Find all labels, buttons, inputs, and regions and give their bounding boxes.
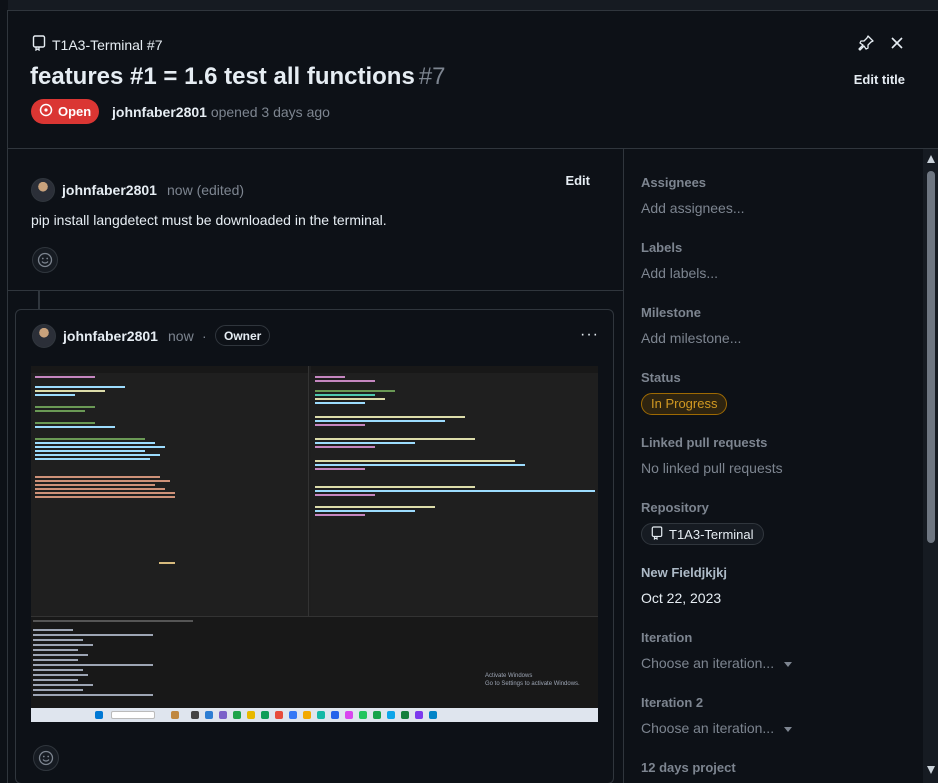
add-assignees-button[interactable]: Add assignees... [641, 200, 911, 216]
labels-label: Labels [641, 240, 683, 255]
status-label: Status [641, 370, 681, 385]
smiley-icon[interactable] [33, 745, 59, 771]
chevron-down-icon [784, 726, 793, 732]
edit-title-button[interactable]: Edit title [854, 72, 905, 87]
watermark-line1: Activate Windows [485, 673, 533, 679]
iteration-2-select[interactable]: Choose an iteration... [641, 720, 911, 736]
chevron-down-icon [784, 661, 793, 667]
linked-prs-value: No linked pull requests [641, 460, 783, 476]
repo-ref-label: T1A3-Terminal #7 [52, 36, 163, 53]
meta-separator: · [202, 328, 207, 344]
iteration-2-select-value: Choose an iteration... [641, 720, 775, 736]
sidebar-new-field: New Fieldjkjkj Oct 22, 2023 [641, 565, 911, 606]
comment-card: johnfaber2801 now · Owner ··· Activate W… [15, 309, 614, 783]
screenshot-editor-right [311, 366, 598, 616]
screenshot-editor-left [31, 366, 309, 616]
avatar[interactable] [32, 324, 56, 348]
comment-body: pip install langdetect must be downloade… [31, 212, 387, 228]
assignees-label: Assignees [641, 175, 707, 190]
watermark-line2: Go to Settings to activate Windows. [485, 681, 580, 687]
scroll-down-arrow-icon[interactable] [927, 766, 935, 774]
repo-icon [32, 35, 46, 54]
comment-author-link[interactable]: johnfaber2801 [62, 182, 157, 198]
comment-time[interactable]: now (edited) [167, 182, 244, 198]
issue-author-link[interactable]: johnfaber2801 [112, 104, 207, 120]
pin-icon[interactable] [854, 31, 878, 55]
add-labels-button[interactable]: Add labels... [641, 265, 911, 281]
scrollbar-thumb[interactable] [927, 171, 935, 543]
sidebar-days-project: 12 days project [641, 760, 911, 775]
sidebar-iteration: Iteration Choose an iteration... [641, 630, 911, 671]
attached-screenshot[interactable]: Activate Windows Go to Settings to activ… [31, 366, 598, 722]
issue-title: features #1 = 1.6 test all functions #7 [30, 63, 446, 91]
sidebar-linked-prs: Linked pull requests No linked pull requ… [641, 435, 911, 476]
issue-title-text: features #1 = 1.6 test all functions [30, 63, 415, 90]
days-project-label: 12 days project [641, 760, 736, 775]
issue-state-label: Open [58, 104, 92, 119]
linked-prs-label: Linked pull requests [641, 435, 768, 450]
issue-number: #7 [418, 63, 446, 90]
timeline-connector [38, 291, 40, 311]
sidebar-status: Status In Progress [641, 370, 911, 415]
sidebar-iteration-2: Iteration 2 Choose an iteration... [641, 695, 911, 736]
iteration-label: Iteration [641, 630, 693, 645]
comment-time[interactable]: now [168, 328, 194, 344]
iteration-select-value: Choose an iteration... [641, 655, 775, 671]
issue-side-panel: T1A3-Terminal #7 features #1 = 1.6 test … [7, 10, 938, 783]
smiley-icon[interactable] [32, 247, 58, 273]
sidebar-labels: Labels Add labels... [641, 240, 911, 281]
sidebar-milestone: Milestone Add milestone... [641, 305, 911, 346]
repository-label: Repository [641, 500, 709, 515]
owner-badge: Owner [215, 325, 271, 346]
activate-windows-watermark: Activate Windows Go to Settings to activ… [485, 672, 580, 688]
close-icon[interactable] [885, 31, 909, 55]
sidebar-repository: Repository T1A3-Terminal [641, 500, 911, 545]
repository-name: T1A3-Terminal [669, 526, 754, 542]
issue-opened-icon [39, 103, 53, 120]
repo-link[interactable]: T1A3-Terminal #7 [32, 35, 163, 54]
sidebar-assignees: Assignees Add assignees... [641, 175, 911, 216]
new-field-date[interactable]: Oct 22, 2023 [641, 590, 911, 606]
repository-pill[interactable]: T1A3-Terminal [641, 523, 764, 545]
scroll-up-arrow-icon[interactable] [927, 155, 935, 163]
sidebar-scrollbar[interactable] [923, 149, 938, 783]
issue-sidebar: Assignees Add assignees... Labels Add la… [623, 149, 923, 783]
iteration-select[interactable]: Choose an iteration... [641, 655, 911, 671]
edit-comment-button[interactable]: Edit [565, 173, 590, 188]
issue-state-badge: Open [31, 99, 100, 124]
issue-timeline: johnfaber2801 now (edited) Edit pip inst… [8, 149, 623, 783]
issue-header: T1A3-Terminal #7 features #1 = 1.6 test … [8, 11, 938, 149]
iteration-2-label: Iteration 2 [641, 695, 704, 710]
status-badge[interactable]: In Progress [641, 393, 728, 415]
screenshot-taskbar [31, 708, 598, 722]
screenshot-terminal [31, 616, 598, 708]
milestone-label: Milestone [641, 305, 701, 320]
issue-body-comment: johnfaber2801 now (edited) Edit pip inst… [8, 149, 623, 291]
issue-meta: johnfaber2801 opened 3 days ago [112, 104, 330, 120]
issue-opened-text: opened 3 days ago [210, 104, 330, 120]
avatar[interactable] [31, 178, 55, 202]
kebab-horizontal-icon[interactable]: ··· [580, 326, 599, 344]
add-milestone-button[interactable]: Add milestone... [641, 330, 911, 346]
repo-icon [651, 525, 663, 543]
comment-author-link[interactable]: johnfaber2801 [63, 328, 158, 344]
new-field-label: New Fieldjkjkj [641, 565, 727, 580]
